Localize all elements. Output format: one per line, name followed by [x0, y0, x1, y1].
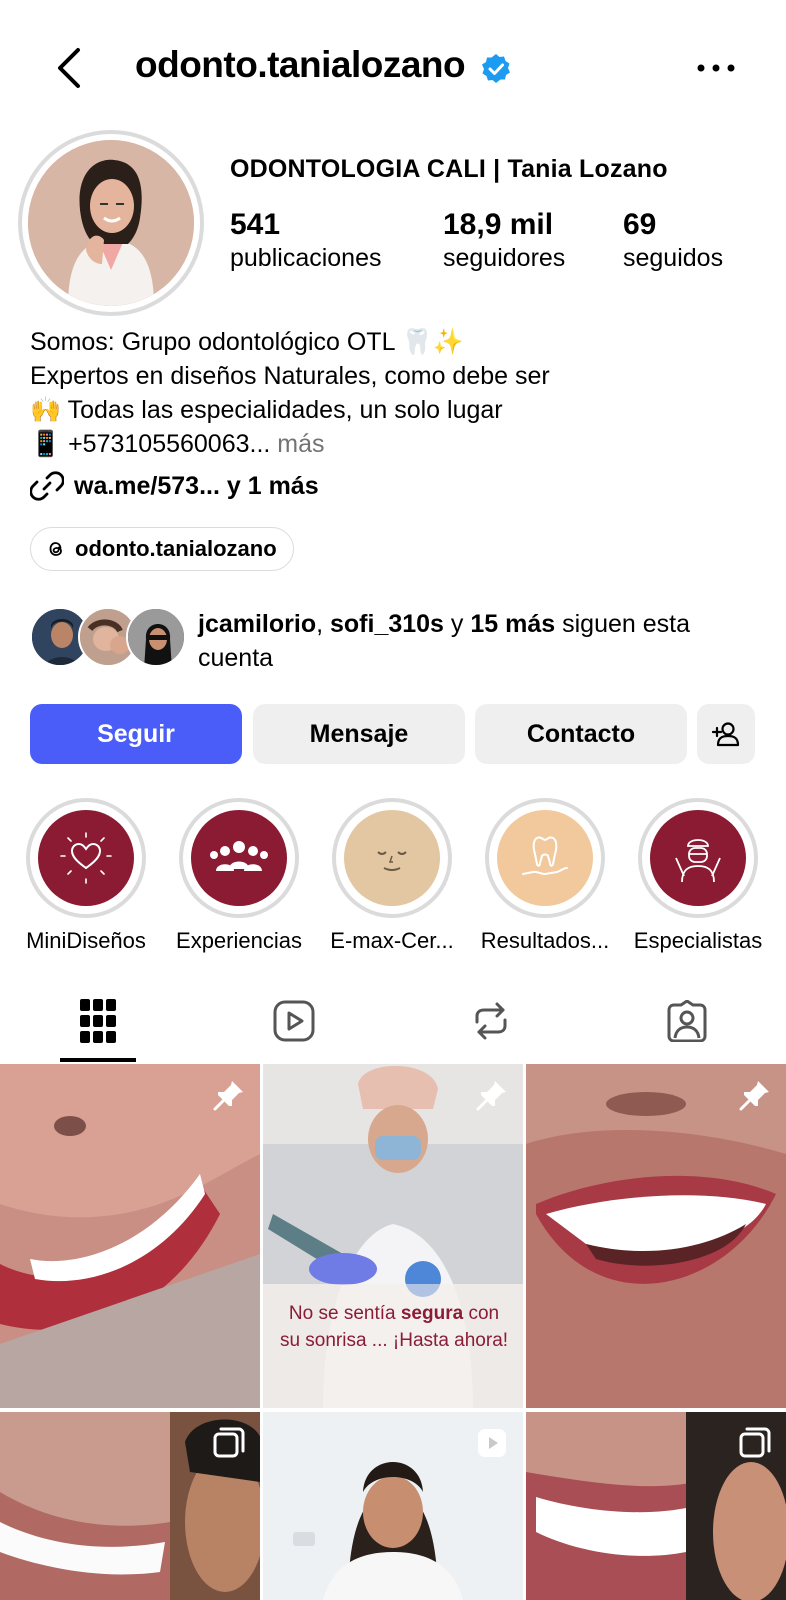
post-caption-post: con [463, 1303, 500, 1324]
bio-line: 🙌 Todas las especialidades, un solo luga… [30, 396, 503, 424]
tab-tagged[interactable] [589, 980, 785, 1062]
contact-button[interactable]: Contacto [475, 704, 687, 764]
threads-handle: odonto.tanialozano [75, 536, 277, 561]
pin-icon [476, 1081, 506, 1111]
bio-line-phone: 📱 +573105560063... [30, 430, 271, 458]
highlight-label: Resultados... [480, 928, 610, 953]
profile-tabs [0, 980, 786, 1062]
highlight-especialistas[interactable]: Especialistas [634, 798, 762, 954]
stat-following-label: seguidos [623, 244, 724, 272]
highlight-label: E-max-Cer... [330, 928, 454, 953]
post-caption-line-1: No se sentía segura con [263, 1300, 523, 1327]
tagged-icon [667, 1000, 707, 1042]
stat-followers-count: 18,9 mil [443, 208, 554, 241]
heart-sparkle-icon [38, 810, 134, 906]
bio-line-last: 📱 +573105560063... más [30, 427, 760, 461]
followed-by[interactable]: jcamilorio, sofi_310s y 15 más siguen es… [30, 607, 770, 673]
post-tile[interactable] [263, 1412, 523, 1600]
pin-icon [213, 1081, 243, 1111]
followed-by-separator: y [443, 610, 471, 638]
threads-icon [49, 542, 62, 556]
posts-grid: No se sentía segura con su sonrisa ... ¡… [0, 1064, 786, 1600]
highlight-ring [638, 798, 758, 918]
follower-avatar [126, 607, 186, 667]
reels-icon [273, 1000, 315, 1042]
face-icon [344, 810, 440, 906]
stat-following-count: 69 [623, 208, 657, 241]
highlight-minidisenos[interactable]: MiniDiseños [24, 798, 148, 954]
profile-username: odonto.tanialozano [135, 44, 466, 85]
carousel-icon [213, 1427, 245, 1458]
tooth-hand-icon [497, 810, 593, 906]
stat-posts-label: publicaciones [230, 244, 382, 272]
chevron-left-icon[interactable] [52, 44, 88, 92]
profile-bio: Somos: Grupo odontológico OTL 🦷✨ Experto… [30, 325, 760, 461]
post-tile[interactable] [526, 1064, 786, 1408]
tab-reels[interactable] [196, 980, 392, 1062]
stat-followers-label: seguidores [443, 244, 566, 272]
post-tile[interactable] [526, 1412, 786, 1600]
post-caption-line-2: su sonrisa ... ¡Hasta ahora! [279, 1330, 509, 1351]
dentist-icon [650, 810, 746, 906]
message-button[interactable]: Mensaje [253, 704, 465, 764]
suggest-people-button[interactable] [697, 704, 755, 764]
post-tile[interactable] [0, 1412, 260, 1600]
tab-reposts[interactable] [393, 980, 589, 1062]
bio-line: Somos: Grupo odontológico OTL 🦷✨ [30, 328, 464, 356]
profile-display-name: ODONTOLOGIA CALI | Tania Lozano [230, 155, 668, 183]
mutual-user-2[interactable]: sofi_310s [330, 610, 444, 638]
stat-posts-count: 541 [230, 208, 281, 241]
highlight-ring [485, 798, 605, 918]
stat-following[interactable]: 69 seguidos [623, 208, 723, 273]
highlight-resultados[interactable]: Resultados... [481, 798, 609, 954]
highlight-label: Experiencias [176, 928, 302, 953]
highlight-label: Especialistas [633, 928, 763, 953]
mutual-others-count[interactable]: 15 más [470, 610, 555, 638]
highlight-ring [26, 798, 146, 918]
more-horizontal-icon[interactable] [694, 56, 738, 80]
external-link-text: wa.me/573... y 1 más [74, 471, 319, 500]
follow-button[interactable]: Seguir [30, 704, 242, 764]
bio-more-link[interactable]: más [270, 430, 324, 458]
highlight-ring [179, 798, 299, 918]
add-person-icon [711, 722, 740, 747]
external-link[interactable]: wa.me/573... y 1 más [30, 468, 319, 504]
verified-badge-icon [482, 54, 510, 83]
followed-by-separator: , [316, 610, 330, 638]
pin-icon [739, 1081, 769, 1111]
mutual-user-1[interactable]: jcamilorio [198, 610, 316, 638]
stat-posts[interactable]: 541 publicaciones [230, 208, 382, 273]
reel-icon [478, 1429, 506, 1457]
link-icon [30, 471, 64, 501]
followed-by-text: jcamilorio, sofi_310s y 15 más siguen es… [198, 607, 758, 675]
stat-followers[interactable]: 18,9 mil seguidores [443, 208, 565, 273]
group-people-icon [191, 810, 287, 906]
avatar[interactable] [28, 140, 194, 306]
bio-line: Expertos en diseños Naturales, como debe… [30, 362, 550, 390]
grid-icon [80, 999, 116, 1043]
post-caption-pre: No se sentía [288, 1303, 401, 1324]
active-tab-indicator [60, 1058, 136, 1062]
highlight-emax[interactable]: E-max-Cer... [330, 798, 454, 954]
highlight-ring [332, 798, 452, 918]
post-caption-bold: segura [400, 1303, 464, 1324]
post-tile[interactable]: No se sentía segura con su sonrisa ... ¡… [263, 1064, 523, 1408]
highlight-experiencias[interactable]: Experiencias [176, 798, 302, 954]
carousel-icon [739, 1427, 771, 1458]
repost-icon [475, 1002, 507, 1040]
tab-posts-grid[interactable] [0, 980, 196, 1062]
post-tile[interactable] [0, 1064, 260, 1408]
highlight-label: MiniDiseños [26, 928, 146, 953]
threads-badge[interactable]: odonto.tanialozano [30, 527, 294, 571]
top-bar: odonto.tanialozano [0, 0, 786, 135]
